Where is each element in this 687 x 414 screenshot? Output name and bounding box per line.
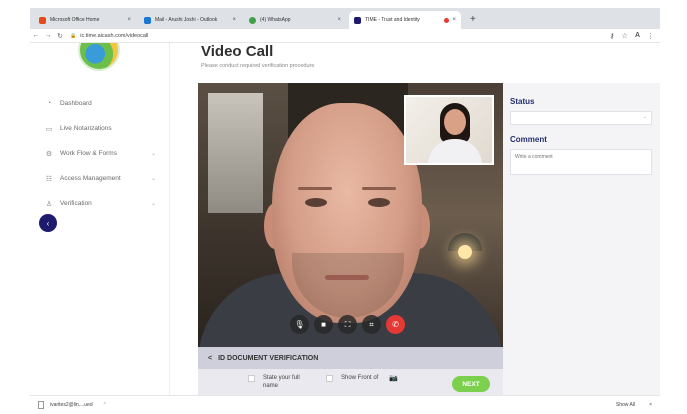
next-button[interactable]: NEXT bbox=[452, 376, 490, 392]
sidebar-item-work-flow-forms[interactable]: ⚙ Work Flow & Forms ⌄ bbox=[30, 141, 170, 166]
comment-label: Comment bbox=[510, 135, 547, 144]
sidebar-item-label: Verification bbox=[60, 200, 92, 207]
key-icon[interactable]: ⚷ bbox=[610, 32, 615, 40]
url-text: ic.time.aicash.com/videocall bbox=[80, 32, 149, 39]
workflow-icon: ⚙ bbox=[45, 150, 53, 158]
tab-outlook[interactable]: Mail - Arushi Joshi - Outlook × bbox=[139, 11, 241, 29]
access-icon: ☷ bbox=[45, 175, 53, 183]
tab-title: Mail - Arushi Joshi - Outlook bbox=[155, 17, 218, 23]
caller-brow bbox=[362, 187, 396, 190]
sidebar: ◔ Dashboard ▭ Live Notarizations ⚙ Work … bbox=[30, 43, 170, 395]
sidebar-item-access-management[interactable]: ☷ Access Management ⌄ bbox=[30, 166, 170, 191]
sidebar-item-dashboard[interactable]: ◔ Dashboard bbox=[30, 91, 170, 116]
tab-title: Microsoft Office Home bbox=[50, 17, 100, 23]
whatsapp-favicon-icon bbox=[249, 16, 256, 24]
review-panel: Status ⌄ Comment bbox=[503, 83, 660, 395]
sidebar-item-verification[interactable]: ♙ Verification ⌄ bbox=[30, 191, 170, 216]
close-icon[interactable]: × bbox=[452, 17, 456, 23]
crop-icon[interactable]: ⌗ bbox=[362, 315, 381, 334]
url-field[interactable]: 🔒 ic.time.aicash.com/videocall bbox=[70, 33, 610, 39]
tab-time[interactable]: TIME - Trust and Identity × bbox=[349, 11, 461, 29]
camera-capture-icon[interactable]: 📷 bbox=[389, 374, 398, 382]
status-label: Status bbox=[510, 97, 535, 106]
close-icon[interactable]: × bbox=[649, 402, 652, 408]
verification-icon: ♙ bbox=[45, 200, 53, 208]
download-item[interactable]: ivarites2@lin....ued ⌃ bbox=[38, 401, 107, 409]
page-title: Video Call bbox=[201, 43, 274, 60]
main-content: Video Call Please conduct required verif… bbox=[190, 43, 660, 395]
step-label: Show Front of bbox=[341, 375, 379, 381]
file-icon bbox=[38, 401, 44, 409]
close-icon[interactable]: × bbox=[127, 17, 131, 23]
video-lamp-glow bbox=[458, 245, 472, 259]
id-verification-steps: State your full name Show Front of 📷 NEX… bbox=[198, 369, 503, 395]
show-all-button[interactable]: Show All bbox=[616, 402, 635, 408]
time-favicon-icon bbox=[354, 16, 361, 24]
office-favicon-icon bbox=[39, 16, 46, 24]
tab-whatsapp[interactable]: (4) WhatsApp × bbox=[244, 11, 346, 29]
tab-title: (4) WhatsApp bbox=[260, 17, 291, 23]
chevron-up-icon[interactable]: ⌃ bbox=[103, 402, 107, 408]
tab-title: TIME - Trust and Identity bbox=[365, 17, 420, 23]
downloads-bar: ivarites2@lin....ued ⌃ Show All × bbox=[30, 395, 660, 414]
browser-tab-bar: Microsoft Office Home × Mail - Arushi Jo… bbox=[30, 8, 660, 29]
outlook-favicon-icon bbox=[144, 16, 151, 24]
comment-input[interactable] bbox=[510, 149, 652, 175]
sidebar-item-live-notarizations[interactable]: ▭ Live Notarizations bbox=[30, 116, 170, 141]
status-select[interactable]: ⌄ bbox=[510, 111, 652, 125]
step-label: State your full name bbox=[263, 375, 300, 389]
sidebar-item-label: Live Notarizations bbox=[60, 125, 112, 132]
download-filename: ivarites2@lin....ued bbox=[50, 402, 93, 408]
menu-icon[interactable]: ⋮ bbox=[647, 32, 654, 40]
sidebar-item-label: Access Management bbox=[60, 175, 121, 182]
step-checkbox[interactable] bbox=[326, 375, 333, 382]
self-view-video[interactable] bbox=[404, 95, 494, 165]
sidebar-menu: ◔ Dashboard ▭ Live Notarizations ⚙ Work … bbox=[30, 91, 170, 216]
lock-icon: 🔒 bbox=[70, 32, 77, 39]
avatar[interactable] bbox=[78, 43, 120, 71]
back-icon[interactable]: ← bbox=[30, 32, 42, 39]
end-call-icon[interactable]: ✆ bbox=[386, 315, 405, 334]
self-view-body bbox=[428, 139, 482, 163]
caller-eye bbox=[368, 198, 390, 207]
video-feed[interactable]: 🎙 ■ ⛶ ⌗ ✆ bbox=[198, 83, 503, 347]
close-icon[interactable]: × bbox=[232, 17, 236, 23]
tab-office[interactable]: Microsoft Office Home × bbox=[34, 11, 136, 29]
avatar-image bbox=[78, 43, 120, 71]
chevron-left-icon[interactable]: < bbox=[208, 355, 212, 362]
caller-mouth bbox=[325, 275, 369, 280]
dashboard-icon: ◔ bbox=[46, 100, 52, 107]
id-verification-title: ID DOCUMENT VERIFICATION bbox=[218, 354, 319, 362]
fullscreen-icon[interactable]: ⛶ bbox=[338, 315, 357, 334]
close-icon[interactable]: × bbox=[337, 17, 341, 23]
page-subtitle: Please conduct required verification pro… bbox=[201, 63, 315, 69]
chevron-down-icon: ⌄ bbox=[642, 114, 647, 120]
star-icon[interactable]: ☆ bbox=[622, 32, 628, 40]
camera-icon[interactable]: ■ bbox=[314, 315, 333, 334]
sidebar-item-label: Dashboard bbox=[60, 100, 92, 107]
id-verification-header[interactable]: < ID DOCUMENT VERIFICATION bbox=[198, 347, 503, 369]
forward-icon[interactable]: → bbox=[42, 32, 54, 39]
reload-icon[interactable]: ↻ bbox=[54, 32, 66, 40]
chevron-down-icon: ⌄ bbox=[150, 151, 156, 157]
self-view-face bbox=[444, 109, 466, 135]
video-background-window bbox=[208, 93, 263, 213]
step-checkbox[interactable] bbox=[248, 375, 255, 382]
new-tab-button[interactable]: + bbox=[464, 11, 482, 29]
step-show-front[interactable]: Show Front of 📷 bbox=[326, 374, 398, 382]
caller-eye bbox=[305, 198, 327, 207]
chevron-down-icon: ⌄ bbox=[150, 201, 156, 207]
microphone-icon[interactable]: 🎙 bbox=[290, 315, 309, 334]
collapse-sidebar-button[interactable]: ‹ bbox=[39, 214, 57, 232]
call-controls: 🎙 ■ ⛶ ⌗ ✆ bbox=[290, 315, 405, 334]
chevron-down-icon: ⌄ bbox=[150, 176, 156, 182]
caller-brow bbox=[298, 187, 332, 190]
notarization-icon: ▭ bbox=[45, 125, 53, 133]
profile-icon[interactable]: A bbox=[635, 32, 640, 40]
recording-indicator-icon bbox=[444, 17, 450, 23]
address-bar: ← → ↻ 🔒 ic.time.aicash.com/videocall ⚷ ☆… bbox=[30, 29, 660, 43]
sidebar-item-label: Work Flow & Forms bbox=[60, 150, 117, 157]
step-state-name[interactable]: State your full name bbox=[248, 374, 307, 390]
